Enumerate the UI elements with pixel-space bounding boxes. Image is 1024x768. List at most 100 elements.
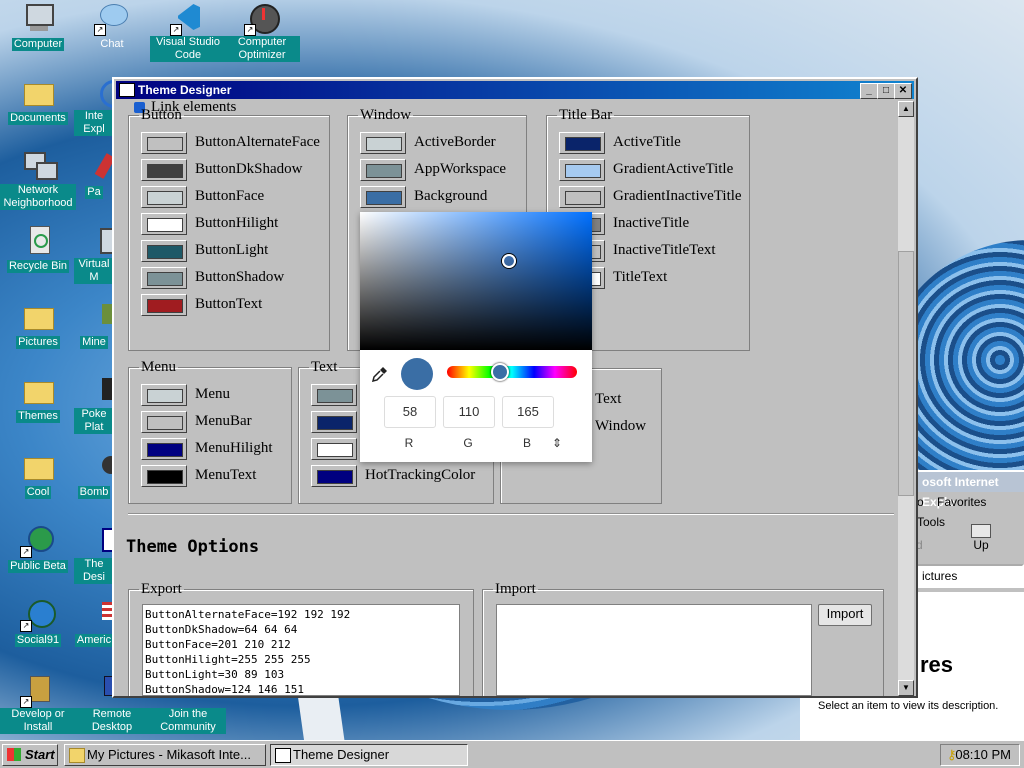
shortcut-arrow-icon: ↗ [20, 546, 32, 558]
folder-icon [69, 748, 85, 763]
color-swatch-button[interactable] [141, 186, 187, 208]
import-textarea[interactable] [496, 604, 812, 696]
folder-icon [22, 76, 54, 108]
ie-menu-go[interactable]: o [917, 495, 924, 509]
desktop-icon-computer[interactable]: Computer [0, 2, 76, 51]
color-swatch-button[interactable] [311, 438, 357, 460]
window-app-icon [119, 83, 135, 97]
color-swatch-button[interactable] [141, 240, 187, 262]
virtual-machine-icon [78, 224, 114, 256]
desktop-icon-cool[interactable]: Cool [0, 450, 76, 499]
color-swatch-button[interactable] [141, 132, 187, 154]
desktop-icon-pictures[interactable]: Pictures [0, 300, 76, 349]
hue-slider[interactable] [447, 366, 577, 378]
up-folder-icon [971, 524, 991, 538]
hue-slider-handle[interactable] [491, 363, 509, 381]
color-mode-toggle-icon[interactable]: ⇕ [532, 436, 582, 450]
eyedropper-icon[interactable] [371, 366, 388, 387]
desktop-icon-computer-optimizer[interactable]: ↗ Computer Optimizer [224, 2, 300, 62]
taskbar-item-my-pictures[interactable]: My Pictures - Mikasoft Inte... [64, 744, 266, 766]
desktop-icon-vscode[interactable]: ↗ Visual Studio Code [150, 2, 226, 62]
recycle-bin-icon [22, 224, 54, 256]
scrollbar-thumb[interactable] [898, 251, 914, 496]
paint-icon [78, 150, 114, 182]
color-swatch-button[interactable] [559, 159, 605, 181]
desktop-icon-recycle-bin[interactable]: Recycle Bin [0, 224, 76, 273]
maximize-button[interactable]: □ [877, 83, 895, 99]
system-tray: ⚷ 08:10 PM [940, 744, 1020, 766]
green-label: G [463, 436, 473, 450]
pokemon-icon [78, 374, 114, 406]
minimize-button[interactable]: _ [860, 83, 878, 99]
export-textarea[interactable]: ButtonAlternateFace=192 192 192 ButtonDk… [142, 604, 460, 696]
color-swatch-button[interactable] [141, 294, 187, 316]
vertical-scrollbar[interactable]: ▲ ▼ [898, 101, 914, 696]
color-swatch-button[interactable] [141, 267, 187, 289]
color-swatch-button[interactable] [559, 132, 605, 154]
scroll-down-arrow-icon[interactable]: ▼ [898, 680, 914, 696]
gauge-icon: ↗ [244, 2, 280, 36]
scroll-up-arrow-icon[interactable]: ▲ [898, 101, 914, 117]
color-swatch-button[interactable] [141, 465, 187, 487]
color-swatch-button[interactable] [141, 384, 187, 406]
ie-address-bar[interactable]: ictures [914, 564, 1024, 588]
desktop-icon-public-beta[interactable]: ↗ Public Beta [0, 524, 76, 573]
desktop-icon-bomb[interactable]: Bomb [74, 450, 114, 499]
desktop-icon-pokemon[interactable]: Poke Plat [74, 374, 114, 434]
desktop-icon-develop-or-install[interactable]: ↗ Develop or Install [0, 674, 76, 734]
ie-menu-favorites[interactable]: Favorites [937, 495, 986, 509]
color-swatch-button[interactable] [141, 438, 187, 460]
color-swatch-fill [147, 191, 183, 205]
color-swatch-fill [147, 470, 183, 484]
desktop-icon-themes[interactable]: Themes [0, 374, 76, 423]
desktop-icon-internet-explorer[interactable]: Inte Expl [74, 76, 114, 136]
color-swatch-fill [147, 443, 183, 457]
color-swatch-button[interactable] [311, 465, 357, 487]
color-swatch-fill [147, 137, 183, 151]
desktop-icon-theme-designer[interactable]: The Desi [74, 524, 114, 584]
color-swatch-button[interactable] [311, 384, 357, 406]
import-button[interactable]: Import [818, 604, 872, 626]
window-titlebar[interactable]: Theme Designer _ □ ✕ [116, 81, 914, 99]
group-menu: Menu Menu MenuBar MenuHilight MenuText [128, 359, 292, 504]
color-swatch-button[interactable] [360, 159, 406, 181]
internet-explorer-icon [78, 76, 114, 108]
desktop-icon-social91[interactable]: ↗ Social91 [0, 598, 76, 647]
desktop-icon-network-neighborhood[interactable]: Network Neighborhood [0, 150, 76, 210]
vscode-icon: ↗ [170, 2, 204, 36]
current-color-preview [401, 358, 433, 390]
ie-heading: res [920, 652, 954, 677]
color-swatch-button[interactable] [360, 186, 406, 208]
desktop-icon-america[interactable]: Americ [74, 598, 114, 647]
flag-icon [78, 598, 114, 630]
desktop-icon-virtual-machine[interactable]: Virtual M [74, 224, 114, 284]
window-title: Theme Designer [138, 83, 232, 97]
desktop-icon-documents[interactable]: Documents [0, 76, 76, 125]
color-swatch-button[interactable] [141, 159, 187, 181]
shortcut-arrow-icon: ↗ [20, 696, 32, 708]
color-picker-popup[interactable]: 58 110 165 R G B ⇕ [360, 212, 592, 462]
color-swatch-button[interactable] [360, 132, 406, 154]
color-swatch-fill [147, 218, 183, 232]
ie-up-button[interactable]: Up [967, 524, 995, 552]
desktop-icon-minecraft[interactable]: Mine [74, 300, 114, 349]
globe-icon: ↗ [20, 598, 56, 632]
start-button[interactable]: Start [2, 744, 58, 766]
ie-menu-tools[interactable]: Tools [917, 515, 945, 529]
red-input[interactable]: 58 [384, 396, 436, 428]
color-swatch-button[interactable] [141, 213, 187, 235]
section-divider [128, 513, 894, 515]
desktop-icon-paint[interactable]: Pa [74, 150, 114, 199]
color-swatch-button[interactable] [311, 411, 357, 433]
clock[interactable]: 08:10 PM [955, 747, 1011, 762]
close-button[interactable]: ✕ [894, 83, 912, 99]
taskbar-item-theme-designer[interactable]: Theme Designer [270, 744, 468, 766]
blue-input[interactable]: 165 [502, 396, 554, 428]
color-swatch-button[interactable] [559, 186, 605, 208]
desktop-icon-chat[interactable]: ↗ Chat [74, 2, 150, 51]
green-input[interactable]: 110 [443, 396, 495, 428]
saturation-value-area[interactable] [360, 212, 592, 350]
color-swatch-fill [147, 245, 183, 259]
saturation-value-handle[interactable] [502, 254, 516, 268]
color-swatch-button[interactable] [141, 411, 187, 433]
